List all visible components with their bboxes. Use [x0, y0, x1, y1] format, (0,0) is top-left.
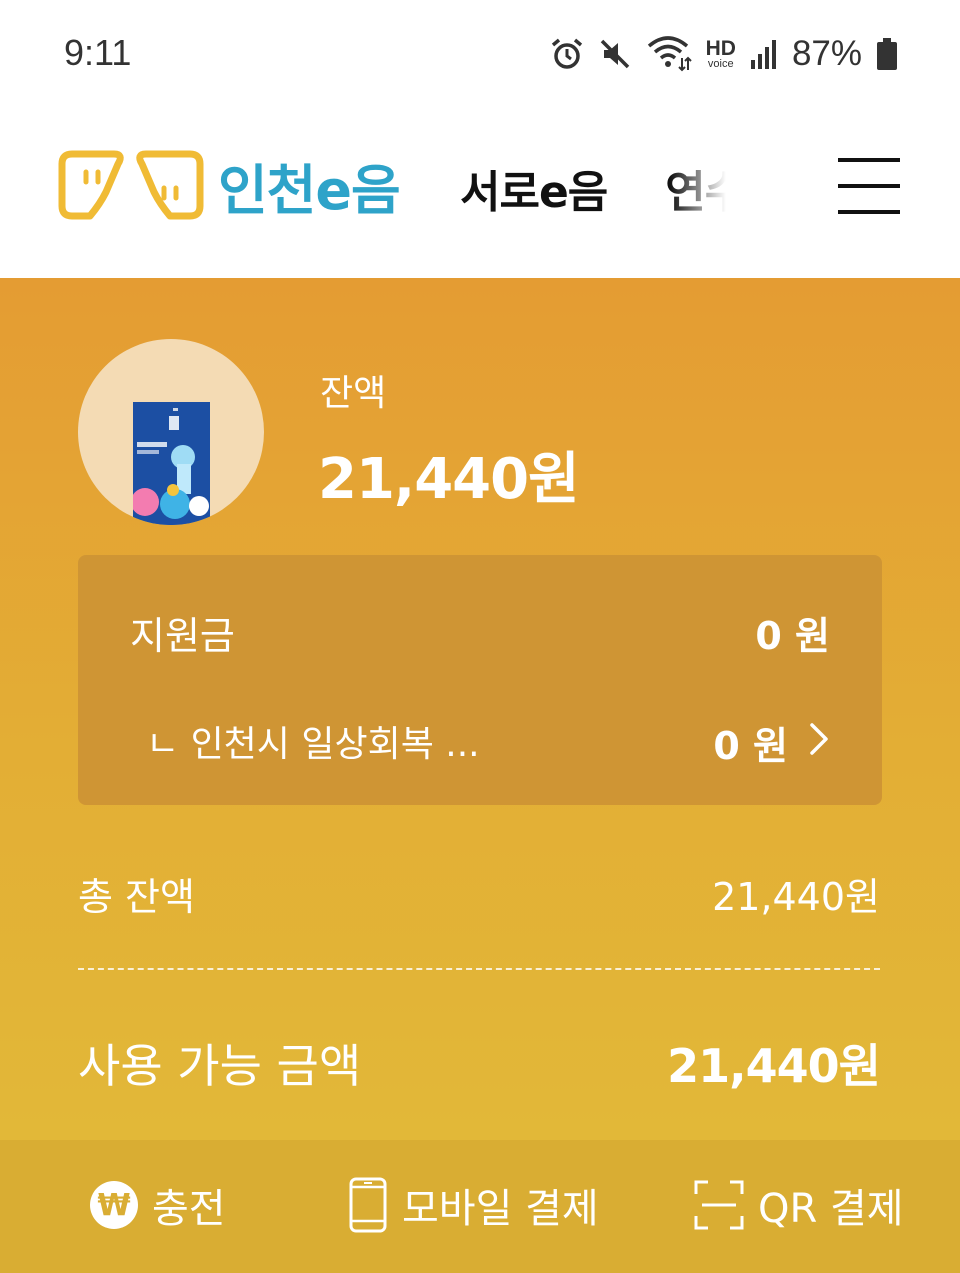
available-amount-value: 21,440원: [667, 1039, 881, 1093]
available-amount-label: 사용 가능 금액: [78, 1039, 362, 1093]
balance-panel: 잔액 21,440원 지원금 0 원 ㄴ 인천시 일상회복 ... 0 원 총 …: [0, 278, 960, 1140]
battery-icon: [877, 38, 897, 70]
total-balance-label: 총 잔액: [78, 875, 195, 919]
subsidy-value: 0 원: [755, 614, 830, 658]
subsidy-sub-item-value: 0 원: [713, 724, 788, 768]
status-time: 9:11: [64, 32, 132, 73]
incheon-card-image-icon: [133, 402, 210, 525]
signal-icon: [750, 40, 776, 69]
app-logo[interactable]: 인천e음: [58, 146, 401, 225]
total-balance-value: 21,440원: [712, 875, 880, 919]
qr-pay-label: QR 결제: [758, 1186, 904, 1232]
mobile-pay-button[interactable]: 모바일 결제: [348, 1176, 599, 1234]
alarm-icon: [551, 38, 582, 69]
chevron-right-icon[interactable]: [804, 719, 834, 759]
dashed-divider: [78, 968, 880, 970]
balance-amount: 21,440원: [318, 447, 580, 512]
qr-scan-icon: [694, 1180, 744, 1230]
wifi-icon: [647, 36, 692, 72]
nav-fade: [670, 156, 750, 226]
nav-tabs: 서로e음 연수: [460, 156, 750, 226]
battery-percent: 87%: [791, 34, 862, 73]
app-header: 인천e음 서로e음 연수: [0, 100, 960, 278]
phone-icon: [349, 1177, 387, 1233]
mute-icon: [600, 39, 629, 69]
status-icons: HD voice 87%: [550, 30, 898, 78]
incheon-eum-logo-icon: [58, 150, 204, 219]
charge-label: 충전: [152, 1186, 226, 1232]
logo-text: 인천e음: [218, 159, 401, 222]
subsidy-sub-item-label[interactable]: ㄴ 인천시 일상회복 ...: [146, 715, 480, 767]
mobile-pay-label: 모바일 결제: [402, 1186, 599, 1232]
balance-label: 잔액: [320, 373, 387, 414]
subsidy-box: 지원금 0 원 ㄴ 인천시 일상회복 ... 0 원: [78, 555, 882, 805]
status-bar: 9:11 HD voice 87%: [0, 0, 960, 100]
card-avatar[interactable]: [78, 339, 264, 525]
hamburger-icon[interactable]: [838, 158, 900, 214]
hd-voice-icon: HD voice: [705, 37, 736, 70]
action-bar: ₩ 충전 모바일 결제 QR 결제: [0, 1140, 960, 1273]
tab-seoro-eum[interactable]: 서로e음: [460, 156, 608, 226]
won-icon: ₩: [90, 1181, 138, 1229]
qr-pay-button[interactable]: QR 결제: [694, 1176, 904, 1234]
charge-button[interactable]: ₩ 충전: [90, 1176, 226, 1234]
subsidy-label: 지원금: [130, 614, 235, 658]
